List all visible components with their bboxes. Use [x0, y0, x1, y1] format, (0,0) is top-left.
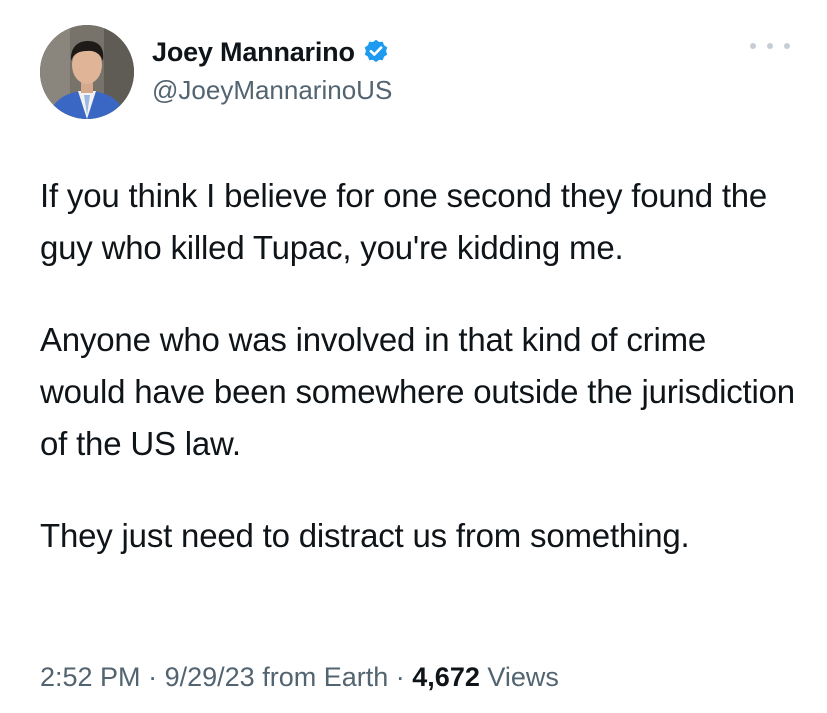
avatar-photo: [40, 25, 134, 119]
views-count[interactable]: 4,672: [412, 662, 480, 692]
author-display-name[interactable]: Joey Mannarino: [152, 37, 355, 68]
tweet-text: If you think I believe for one second th…: [40, 170, 800, 562]
tweet-date[interactable]: 9/29/23: [165, 662, 255, 692]
tweet-paragraph: They just need to distract us from somet…: [40, 517, 690, 554]
meta-separator: ·: [148, 662, 158, 692]
more-dot: [767, 43, 773, 49]
tweet-meta: 2:52 PM · 9/29/23 from Earth · 4,672 Vie…: [40, 662, 559, 693]
meta-separator: ·: [395, 662, 405, 692]
tweet-paragraph: Anyone who was involved in that kind of …: [40, 321, 795, 462]
author-name-row: Joey Mannarino: [152, 34, 392, 70]
more-dot: [784, 43, 790, 49]
more-horizontal-icon[interactable]: [750, 36, 790, 56]
author-info: Joey Mannarino @JoeyMannarinoUS: [152, 34, 392, 106]
tweet-time[interactable]: 2:52 PM: [40, 662, 141, 692]
views-label: Views: [487, 662, 559, 692]
author-handle[interactable]: @JoeyMannarinoUS: [152, 75, 392, 106]
more-dot: [750, 43, 756, 49]
tweet-paragraph: If you think I believe for one second th…: [40, 177, 768, 266]
verified-badge-icon[interactable]: [362, 38, 390, 66]
avatar[interactable]: [40, 25, 134, 119]
tweet-source: from Earth: [262, 662, 389, 692]
tweet-detail: ▁ ▬ ▄▃ ▀ ▆▖ ▄ ▆▃ ▂▄▄ ▇▅▆ ▃▄▅▆ Joey Manna…: [0, 0, 827, 713]
